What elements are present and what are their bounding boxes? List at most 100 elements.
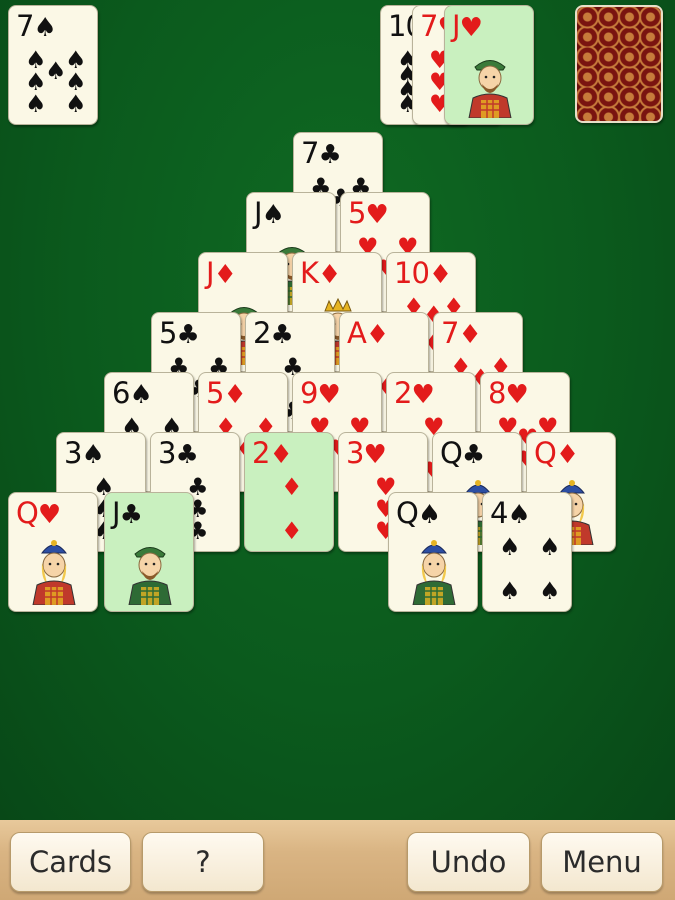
queen-portrait-icon <box>407 537 461 606</box>
rank-label: K <box>300 256 319 290</box>
suit-icon: ♥ <box>365 200 388 230</box>
card-pips: ♠ ♠ ♠ ♠ <box>489 535 565 605</box>
card-rank: K♦ <box>300 256 341 290</box>
suit-icon: ♠ <box>33 13 56 43</box>
pyramid-card[interactable]: 2♦ ♦ ♦ <box>244 432 334 552</box>
pyramid-card[interactable]: 4♠ ♠ ♠ ♠ ♠ <box>482 492 572 612</box>
rank-label: 10 <box>394 256 430 290</box>
suit-icon: ♦ <box>223 380 246 410</box>
rank-label: 5 <box>348 196 366 230</box>
card-rank: J♠ <box>254 196 285 230</box>
suit-icon: ♦ <box>269 440 292 470</box>
card-rank: Q♣ <box>440 436 485 470</box>
card-rank: 3♠ <box>64 438 105 470</box>
suit-icon: ♦ <box>458 320 481 350</box>
suit-pip-icon: ♠ <box>499 577 521 605</box>
rank-label: J <box>254 196 263 230</box>
help-button[interactable]: ? <box>142 832 264 892</box>
pyramid-card[interactable]: Q♠ <box>388 492 478 612</box>
rank-label: 2 <box>252 436 270 470</box>
rank-label: 9 <box>300 376 318 410</box>
rank-label: 7 <box>420 9 438 43</box>
rank-label: A <box>347 316 367 350</box>
rank-label: J <box>112 496 121 530</box>
suit-icon: ♣ <box>175 440 198 470</box>
suit-pip-icon: ♠ <box>65 90 87 118</box>
jack-portrait-icon <box>123 537 177 606</box>
card-rank: Q♦ <box>534 436 579 470</box>
suit-pip-icon: ♠ <box>539 577 561 605</box>
card-rank: 2♦ <box>252 436 293 470</box>
card-rank: 5♥ <box>348 196 389 230</box>
card-rank: 5♦ <box>206 376 247 410</box>
suit-pip-icon: ♠ <box>25 90 47 118</box>
card-rank: J♣ <box>112 496 143 530</box>
rank-label: 5 <box>206 376 224 410</box>
rank-label: 6 <box>112 376 130 410</box>
card-rank: 7♦ <box>441 316 482 350</box>
suit-icon: ♣ <box>270 320 293 350</box>
card-rank: 7♣ <box>301 136 342 170</box>
rank-label: 2 <box>253 316 271 350</box>
rank-label: 7 <box>301 136 319 170</box>
suit-icon: ♥ <box>363 440 386 470</box>
card-rank: A♦ <box>347 316 389 350</box>
rank-label: Q <box>396 496 419 530</box>
pyramid-card[interactable]: Q♥ <box>8 492 98 612</box>
rank-label: J <box>452 9 461 43</box>
rank-label: 2 <box>394 376 412 410</box>
waste-card[interactable]: J♥ <box>444 5 534 125</box>
queen-portrait-icon <box>27 537 81 606</box>
suit-icon: ♥ <box>317 380 340 410</box>
suit-icon: ♥ <box>411 380 434 410</box>
rank-label: 7 <box>441 316 459 350</box>
card-rank: 8♥ <box>488 376 529 410</box>
rank-label: Q <box>440 436 463 470</box>
card-rank: 10♦ <box>394 256 452 290</box>
stock-card[interactable]: 7♠ ♠ ♠ ♠ ♠ ♠ ♠ ♠ <box>8 5 98 125</box>
card-rank: Q♥ <box>16 496 61 530</box>
menu-button[interactable]: Menu <box>541 832 663 892</box>
card-rank: 9♥ <box>300 376 341 410</box>
card-rank: 7♠ <box>16 9 57 43</box>
card-rank: Q♠ <box>396 496 441 530</box>
card-pips: ♠ ♠ ♠ ♠ ♠ ♠ ♠ <box>15 48 91 118</box>
card-rank: 2♣ <box>253 316 294 350</box>
suit-pip-icon: ♦ <box>281 473 303 501</box>
suit-pip-icon: ♠ <box>539 533 561 561</box>
card-rank: 6♠ <box>112 376 153 410</box>
suit-icon: ♥ <box>505 380 528 410</box>
cards-button[interactable]: Cards <box>10 832 131 892</box>
card-rank: 3♥ <box>346 438 387 470</box>
pyramid-card[interactable]: J♣ <box>104 492 194 612</box>
rank-label: 7 <box>16 9 34 43</box>
suit-icon: ♠ <box>417 500 441 530</box>
rank-label: 4 <box>490 496 508 530</box>
rank-label: J <box>206 256 215 290</box>
suit-icon: ♠ <box>81 440 104 470</box>
card-back[interactable] <box>575 5 663 123</box>
rank-label: Q <box>534 436 557 470</box>
suit-icon: ♣ <box>119 500 143 530</box>
suit-icon: ♥ <box>459 13 483 43</box>
suit-icon: ♦ <box>213 260 237 290</box>
rank-label: 8 <box>488 376 506 410</box>
card-rank: J♦ <box>206 256 237 290</box>
suit-icon: ♣ <box>318 140 341 170</box>
suit-icon: ♣ <box>461 440 485 470</box>
suit-icon: ♣ <box>176 320 199 350</box>
rank-label: Q <box>16 496 39 530</box>
rank-label: 5 <box>159 316 177 350</box>
suit-pip-icon: ♦ <box>281 517 303 545</box>
undo-button[interactable]: Undo <box>407 832 530 892</box>
suit-icon: ♦ <box>428 260 452 290</box>
suit-icon: ♥ <box>37 500 61 530</box>
rank-label: 3 <box>158 436 176 470</box>
suit-icon: ♦ <box>318 260 341 290</box>
card-rank: 5♣ <box>159 316 200 350</box>
card-rank: J♥ <box>452 9 483 43</box>
suit-icon: ♠ <box>261 200 285 230</box>
card-pips: ♦ ♦ <box>251 475 327 545</box>
suit-icon: ♦ <box>555 440 579 470</box>
jack-portrait-icon <box>463 50 517 119</box>
